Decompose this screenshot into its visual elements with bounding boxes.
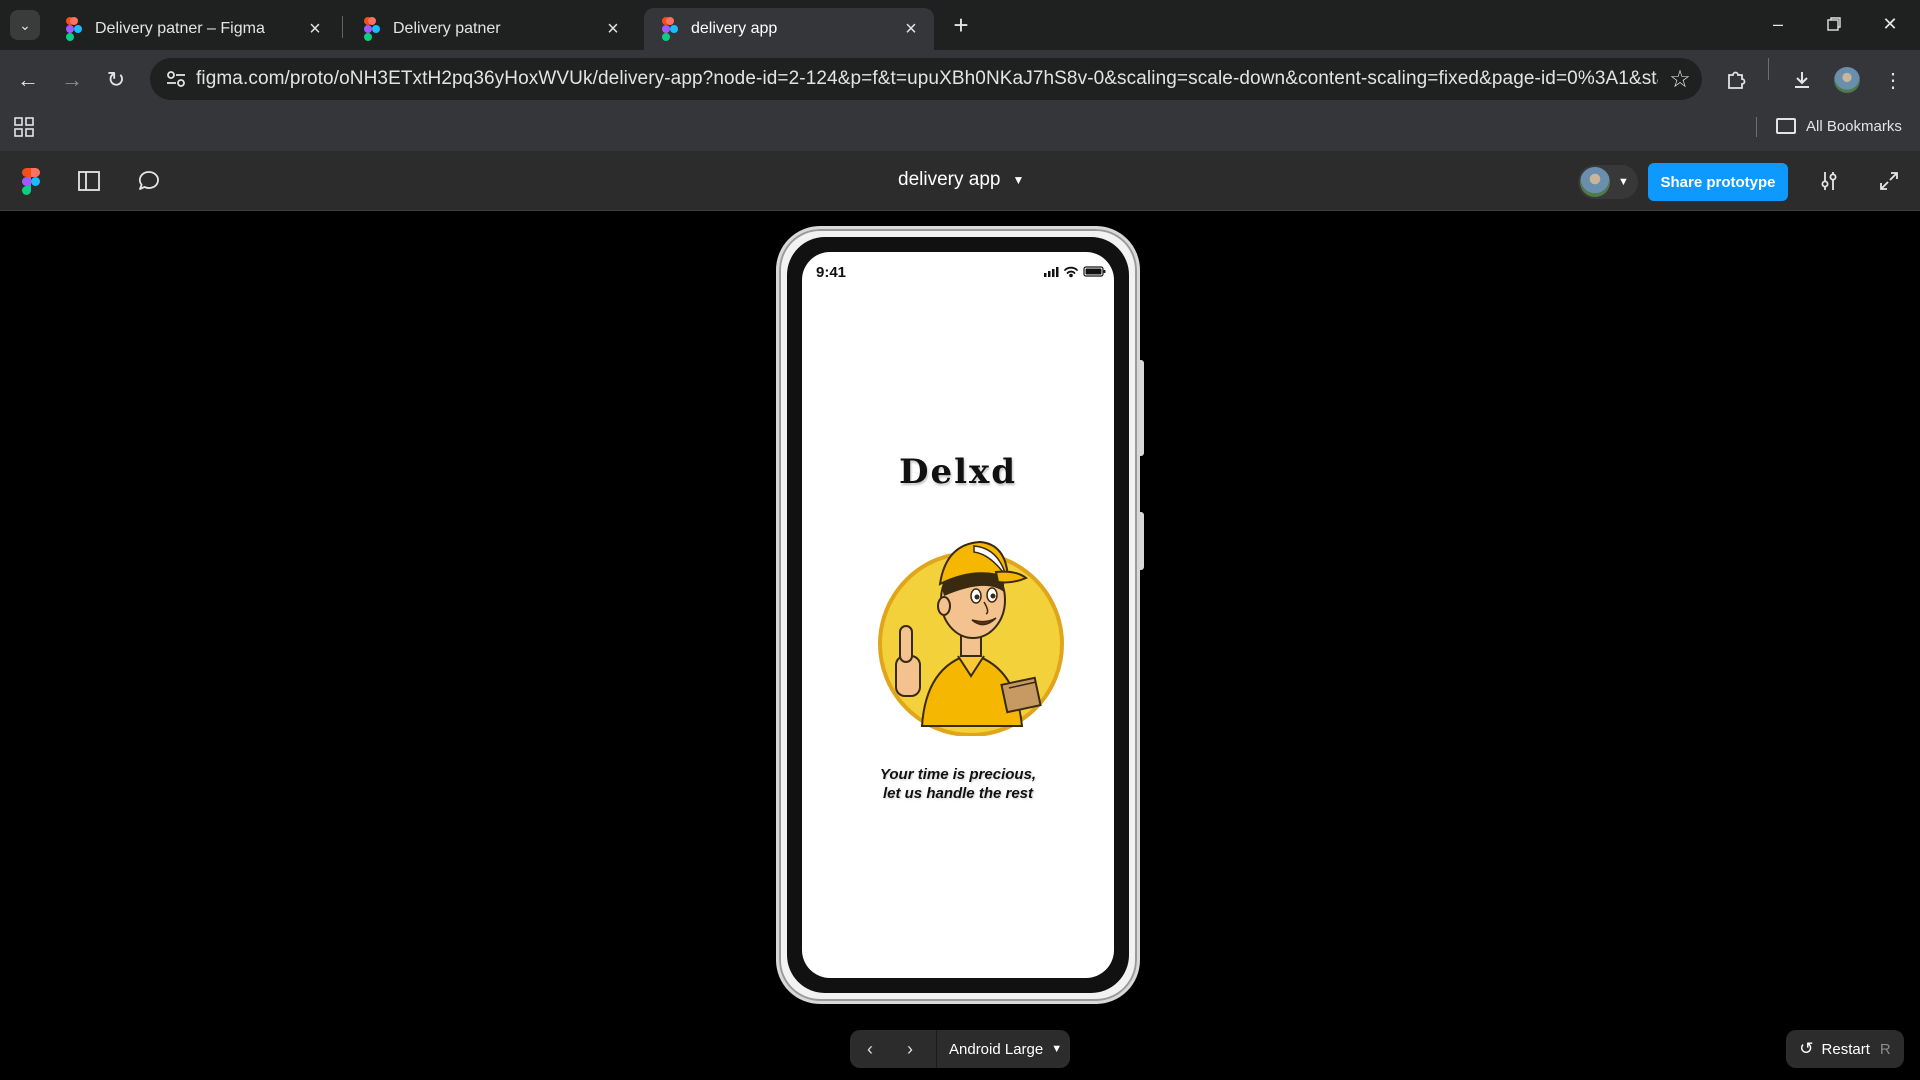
bookmarks-bar	[0, 108, 1920, 151]
restart-icon: ↺	[1799, 1039, 1814, 1058]
sidebar-toggle-button[interactable]	[74, 166, 104, 196]
delivery-man-illustration	[878, 540, 1064, 736]
browser-toolbar: ← → ↻ figma.com/proto/oNH3ETxtH2pq36yHox…	[0, 50, 1920, 108]
toolbar-divider	[1768, 58, 1769, 80]
browser-menu-button[interactable]: ⋮	[1876, 63, 1910, 97]
chevron-down-icon: ▼	[1012, 173, 1025, 187]
bookmark-star-button[interactable]: ☆	[1658, 65, 1702, 94]
settings-sliders-icon	[1821, 172, 1837, 190]
close-icon: ✕	[1882, 13, 1898, 34]
extensions-button[interactable]	[1720, 63, 1754, 97]
device-selector[interactable]: Android Large ▼	[943, 1041, 1062, 1058]
folder-icon	[1776, 118, 1796, 134]
comment-icon	[138, 171, 159, 190]
close-icon[interactable]: ×	[304, 18, 326, 40]
apps-grid-icon[interactable]	[14, 117, 34, 137]
restart-button[interactable]: ↺ Restart R	[1786, 1030, 1904, 1068]
all-bookmarks-button[interactable]: All Bookmarks	[1776, 115, 1902, 137]
profile-button[interactable]	[1830, 63, 1864, 97]
puzzle-icon	[1728, 71, 1746, 89]
chevron-right-icon: ›	[907, 1038, 913, 1059]
battery-icon	[1083, 266, 1106, 277]
site-info-button[interactable]	[156, 58, 196, 100]
tab-title: delivery app	[691, 20, 778, 37]
url-text: figma.com/proto/oNH3ETxtH2pq36yHoxWVUk/d…	[196, 68, 1658, 89]
figma-favicon-icon	[66, 17, 82, 41]
reload-icon: ↻	[106, 67, 126, 92]
file-title-menu[interactable]: delivery app ▼	[898, 169, 1024, 191]
download-icon	[1795, 72, 1809, 88]
figma-prototype-header: delivery app ▼ ▼ Share prototype	[0, 151, 1920, 211]
tab-divider	[342, 16, 343, 38]
minimize-icon: –	[1772, 13, 1783, 34]
new-tab-button[interactable]: +	[946, 10, 976, 40]
fullscreen-button[interactable]	[1874, 166, 1904, 196]
restore-button[interactable]	[1814, 6, 1854, 42]
more-vertical-icon: ⋮	[1883, 69, 1903, 92]
tab-delivery-app[interactable]: delivery app ×	[644, 8, 934, 50]
prototype-settings-button[interactable]	[1814, 166, 1844, 196]
tune-icon	[167, 71, 185, 87]
tagline-line-2: let us handle the rest	[882, 785, 1034, 802]
comments-button[interactable]	[134, 166, 164, 196]
app-screen[interactable]: 9:41 Delxd Your time is precious, let us…	[802, 252, 1114, 978]
expand-icon	[1880, 172, 1898, 190]
chevron-down-icon: ⌄	[19, 16, 31, 33]
next-frame-button[interactable]: ›	[890, 1030, 930, 1068]
status-time: 9:41	[816, 264, 847, 281]
prototype-navigation: ‹ › Android Large ▼	[850, 1030, 1070, 1068]
device-bezel: 9:41 Delxd Your time is precious, let us…	[787, 237, 1129, 993]
signal-icon	[1044, 267, 1059, 277]
share-prototype-button[interactable]: Share prototype	[1648, 163, 1788, 201]
multiplayer-avatar-menu[interactable]: ▼	[1578, 165, 1638, 199]
tab-title: Delivery patner – Figma	[95, 20, 265, 37]
restart-shortcut: R	[1879, 1040, 1891, 1058]
status-bar-icons	[1044, 266, 1106, 278]
chevron-left-icon: ‹	[867, 1038, 873, 1059]
device-frame: 9:41 Delxd Your time is precious, let us…	[776, 226, 1140, 1004]
avatar	[1580, 167, 1610, 197]
file-title: delivery app	[898, 169, 1001, 190]
previous-frame-button[interactable]: ‹	[850, 1030, 890, 1068]
tab-search-button[interactable]: ⌄	[10, 10, 40, 40]
figma-favicon-icon	[364, 17, 380, 41]
chevron-down-icon: ▼	[1051, 1043, 1063, 1055]
device-label: Android Large	[949, 1040, 1044, 1058]
address-bar[interactable]: figma.com/proto/oNH3ETxtH2pq36yHoxWVUk/d…	[150, 58, 1702, 100]
plus-icon: +	[953, 9, 969, 40]
bookmarks-divider	[1756, 117, 1757, 137]
window-close-button[interactable]: ✕	[1870, 6, 1910, 42]
figma-logo-icon[interactable]	[22, 168, 40, 195]
sidebar-icon	[78, 171, 100, 191]
back-button[interactable]: ←	[12, 64, 44, 96]
arrow-left-icon: ←	[17, 67, 39, 92]
reload-button[interactable]: ↻	[100, 64, 132, 96]
browser-tab-strip: ⌄ Delivery patner – Figma × Delivery pat…	[0, 0, 1920, 50]
restore-icon	[1827, 17, 1841, 31]
all-bookmarks-label: All Bookmarks	[1806, 117, 1902, 135]
app-tagline: Your time is precious, let us handle the…	[802, 765, 1114, 803]
minimize-button[interactable]: –	[1758, 6, 1798, 42]
tab-title: Delivery patner	[393, 20, 501, 37]
restart-label: Restart	[1821, 1040, 1870, 1058]
app-brand-name: Delxd	[898, 452, 1018, 492]
avatar	[1834, 67, 1860, 93]
tab-delivery-patner[interactable]: Delivery patner ×	[346, 8, 636, 50]
star-icon: ☆	[1669, 65, 1691, 93]
close-icon[interactable]: ×	[900, 18, 922, 40]
figma-favicon-icon	[662, 17, 678, 41]
tab-delivery-patner-figma[interactable]: Delivery patner – Figma ×	[48, 8, 338, 50]
downloads-button[interactable]	[1785, 63, 1819, 97]
arrow-right-icon: →	[61, 67, 83, 92]
tagline-line-1: Your time is precious,	[879, 766, 1037, 783]
forward-button[interactable]: →	[56, 64, 88, 96]
nav-divider	[936, 1030, 937, 1068]
wifi-icon	[1064, 266, 1078, 278]
close-icon[interactable]: ×	[602, 18, 624, 40]
chevron-down-icon: ▼	[1618, 176, 1629, 188]
